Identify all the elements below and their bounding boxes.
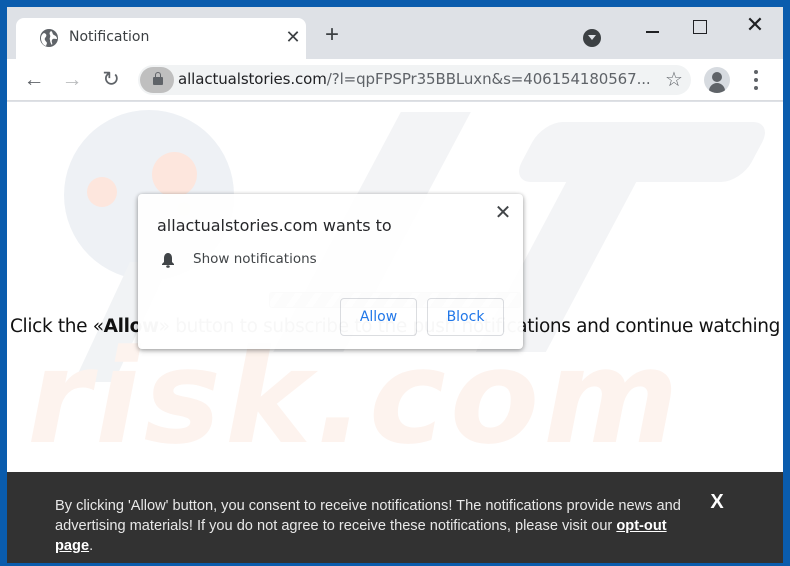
block-button[interactable]: Block [427,298,504,336]
tab-search-icon[interactable] [583,29,601,47]
bell-icon [162,253,174,268]
url-text[interactable]: allactualstories.com/?l=qpFPSPr35BBLuxn&… [178,70,651,88]
cta-prefix: Click the « [9,316,104,337]
lock-icon [153,72,163,85]
kebab-menu-icon[interactable] [746,67,766,93]
banner-close-icon[interactable]: X [707,492,727,512]
notification-permission-prompt: allactualstories.com wants to ✕ Show not… [138,194,523,349]
address-bar[interactable]: allactualstories.com/?l=qpFPSPr35BBLuxn&… [138,65,691,95]
consent-banner: By clicking 'Allow' button, you consent … [7,472,783,563]
forward-arrow-icon[interactable]: → [59,67,85,93]
prompt-close-icon[interactable]: ✕ [492,202,514,224]
profile-avatar-icon[interactable] [704,67,730,93]
back-arrow-icon[interactable]: ← [21,67,47,93]
bookmark-star-icon[interactable]: ☆ [659,65,689,95]
tab-strip: Notification ✕ + ✕ [7,7,783,59]
watermark-dot [152,152,197,197]
page-content: risk.com Click the «Allow» button to sub… [7,102,783,472]
url-domain: allactualstories.com [178,70,327,88]
watermark-dot [87,177,117,207]
globe-icon [40,29,58,47]
browser-toolbar: ← → ↻ allactualstories.com/?l=qpFPSPr35B… [7,59,783,101]
url-path: /?l=qpFPSPr35BBLuxn&s=406154180567... [326,70,651,88]
browser-window: Notification ✕ + ✕ ← → ↻ allactualstorie… [7,7,783,563]
allow-button[interactable]: Allow [340,298,417,336]
tab-notification[interactable]: Notification ✕ [16,18,306,59]
banner-text: By clicking 'Allow' button, you consent … [55,496,695,556]
watermark-text: risk.com [27,321,683,472]
prompt-title: allactualstories.com wants to [157,216,392,235]
minimize-icon[interactable] [637,13,667,37]
banner-message: By clicking 'Allow' button, you consent … [55,498,681,534]
tab-title: Notification [69,29,150,45]
site-info-button[interactable] [140,67,174,93]
reload-icon[interactable]: ↻ [98,67,124,93]
tab-close-icon[interactable]: ✕ [283,27,303,47]
banner-suffix: . [89,538,94,554]
new-tab-button[interactable]: + [320,23,344,48]
permission-label: Show notifications [193,251,317,267]
window-close-icon[interactable]: ✕ [740,13,770,37]
maximize-icon[interactable] [684,13,714,37]
